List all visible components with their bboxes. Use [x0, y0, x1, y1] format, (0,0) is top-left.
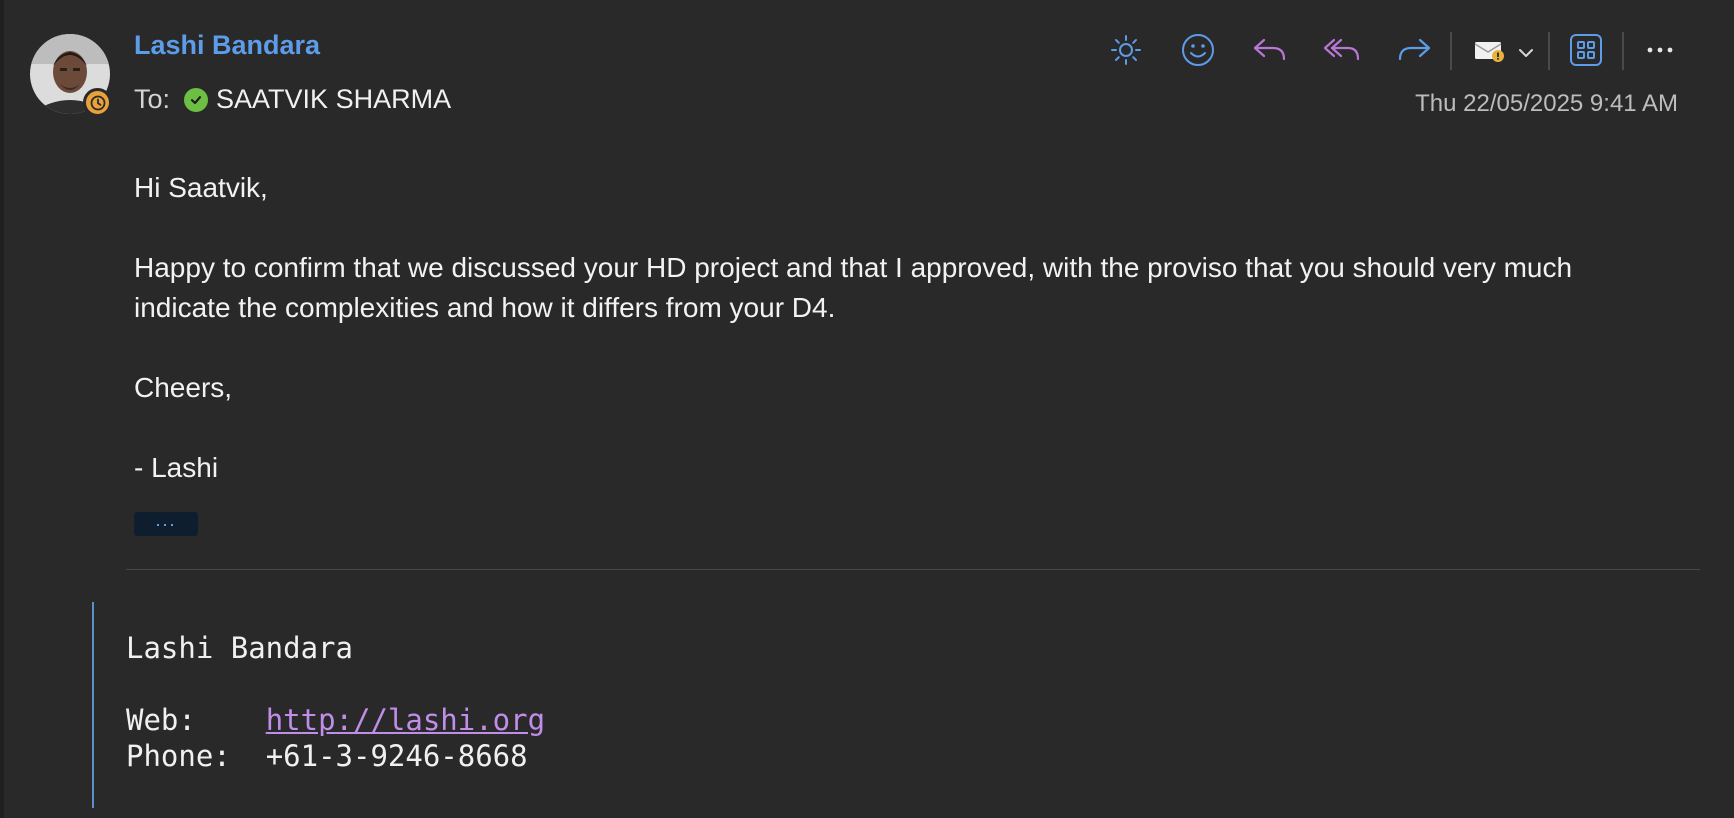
website-link[interactable]: http://lashi.org	[266, 703, 545, 737]
reply-icon	[1253, 38, 1286, 61]
toolbar-separator	[1548, 32, 1550, 70]
recipients-row: To: SAATVIK SHARMA	[134, 84, 451, 115]
sender-name[interactable]: Lashi Bandara	[134, 30, 320, 61]
phone-number: +61-3-9246-8668	[265, 739, 528, 773]
rules-dropdown-button[interactable]	[1464, 28, 1544, 72]
check-icon	[184, 87, 209, 112]
dropdown-chevron-icon	[1519, 49, 1533, 57]
to-label: To:	[134, 84, 171, 114]
message-timestamp: Thu 22/05/2025 9:41 AM	[1415, 90, 1678, 117]
window-edge	[0, 0, 4, 818]
signature-block: Lashi Bandara Web: http://lashi.org Phon…	[126, 630, 545, 774]
emoji-icon	[1182, 34, 1214, 66]
forward-button[interactable]	[1392, 28, 1436, 72]
presence-away-badge	[83, 88, 112, 117]
clock-icon	[90, 95, 105, 110]
web-label: Web:	[126, 703, 196, 737]
apps-icon	[1570, 34, 1602, 66]
phone-label: Phone:	[126, 739, 231, 773]
body-paragraph: Happy to confirm that we discussed your …	[134, 252, 1573, 323]
more-icon	[1647, 47, 1673, 53]
sign-off-text: - Lashi	[134, 452, 219, 483]
rules-icon	[1474, 42, 1504, 62]
closing-text: Cheers,	[134, 372, 233, 403]
toolbar-separator	[1622, 32, 1624, 70]
apps-button[interactable]	[1564, 28, 1608, 72]
signature-name: Lashi Bandara	[126, 631, 353, 665]
signature-divider	[126, 569, 1700, 570]
forward-icon	[1398, 38, 1431, 61]
brightness-button[interactable]	[1104, 28, 1148, 72]
more-actions-button[interactable]	[1638, 28, 1682, 72]
message-toolbar	[1104, 28, 1704, 72]
brightness-icon	[1111, 35, 1141, 65]
reply-all-button[interactable]	[1320, 28, 1364, 72]
quote-bar	[92, 602, 94, 808]
show-trimmed-content-button[interactable]: ...	[134, 510, 198, 536]
reply-button[interactable]	[1248, 28, 1292, 72]
reaction-button[interactable]	[1176, 28, 1220, 72]
toolbar-separator	[1450, 32, 1452, 70]
reply-all-icon	[1323, 38, 1360, 61]
message-body: Hi Saatvik, Happy to confirm that we dis…	[134, 168, 1634, 488]
greeting-text: Hi Saatvik,	[134, 172, 268, 203]
ellipsis-icon: ...	[155, 510, 177, 530]
recipient-name[interactable]: SAATVIK SHARMA	[216, 84, 451, 115]
